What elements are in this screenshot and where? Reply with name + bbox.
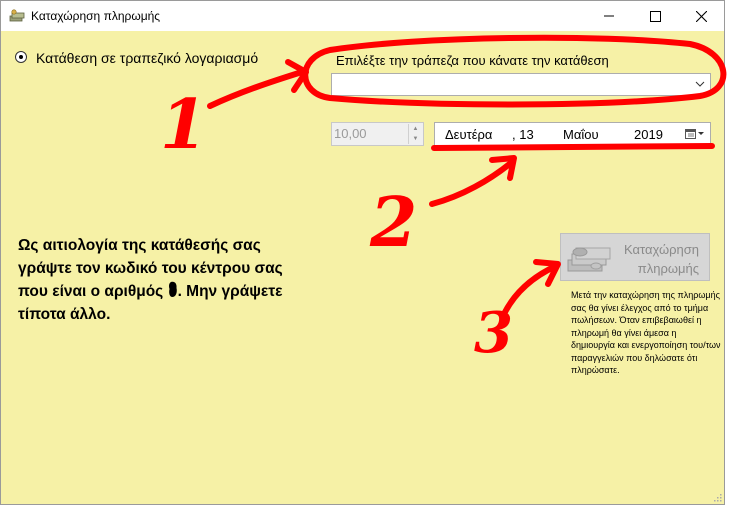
amount-value: 10,00 bbox=[334, 126, 367, 141]
submit-payment-button[interactable]: Καταχώρηση πληρωμής bbox=[560, 233, 710, 281]
title-bar[interactable]: Καταχώρηση πληρωμής bbox=[1, 1, 724, 31]
close-button[interactable] bbox=[678, 1, 724, 31]
money-stack-icon bbox=[567, 247, 611, 272]
bank-deposit-radio[interactable] bbox=[15, 51, 27, 63]
minimize-icon bbox=[604, 15, 614, 17]
spin-up-arrow[interactable]: ▲ bbox=[409, 124, 422, 134]
date-weekday[interactable]: Δευτέρα bbox=[445, 127, 492, 142]
date-day[interactable]: , 13 bbox=[512, 127, 534, 142]
submit-label-line2: πληρωμής bbox=[637, 261, 699, 276]
verification-note: Μετά την καταχώρηση της πληρωμής σας θα … bbox=[571, 290, 721, 375]
bank-select-label: Επιλέξτε την τράπεζα που κάνατε την κατά… bbox=[336, 53, 609, 68]
date-year[interactable]: 2019 bbox=[634, 127, 663, 142]
app-money-icon bbox=[9, 9, 25, 23]
submit-label: Καταχώρηση πληρωμής bbox=[624, 240, 699, 278]
date-picker[interactable]: Δευτέρα , 13 Μαΐου 2019 bbox=[434, 122, 711, 146]
spin-down-arrow[interactable]: ▼ bbox=[409, 134, 422, 144]
submit-label-line1: Καταχώρηση bbox=[624, 242, 699, 257]
amount-spinner[interactable]: ▲ ▼ bbox=[408, 124, 422, 144]
radio-selected-dot bbox=[19, 55, 23, 59]
maximize-icon bbox=[649, 10, 661, 22]
resize-grip-icon[interactable] bbox=[712, 492, 722, 502]
amount-input[interactable]: 10,00 ▲ ▼ bbox=[331, 122, 424, 146]
close-icon bbox=[695, 10, 707, 22]
chevron-down-icon bbox=[695, 81, 705, 87]
calendar-icon[interactable] bbox=[685, 128, 705, 140]
date-month[interactable]: Μαΐου bbox=[563, 127, 599, 142]
bank-deposit-label[interactable]: Κατάθεση σε τραπεζικό λογαριασμό bbox=[36, 50, 258, 66]
window-title: Καταχώρηση πληρωμής bbox=[31, 9, 161, 23]
maximize-button[interactable] bbox=[632, 1, 678, 31]
deposit-instructions: Ως αιτιολογία της κατάθεσής σας γράψτε τ… bbox=[18, 234, 308, 326]
payment-window: Καταχώρηση πληρωμής Κατάθεση σε τραπεζικ… bbox=[0, 0, 725, 505]
minimize-button[interactable] bbox=[586, 1, 632, 31]
redaction-mark bbox=[168, 281, 177, 297]
bank-select[interactable] bbox=[331, 73, 711, 96]
